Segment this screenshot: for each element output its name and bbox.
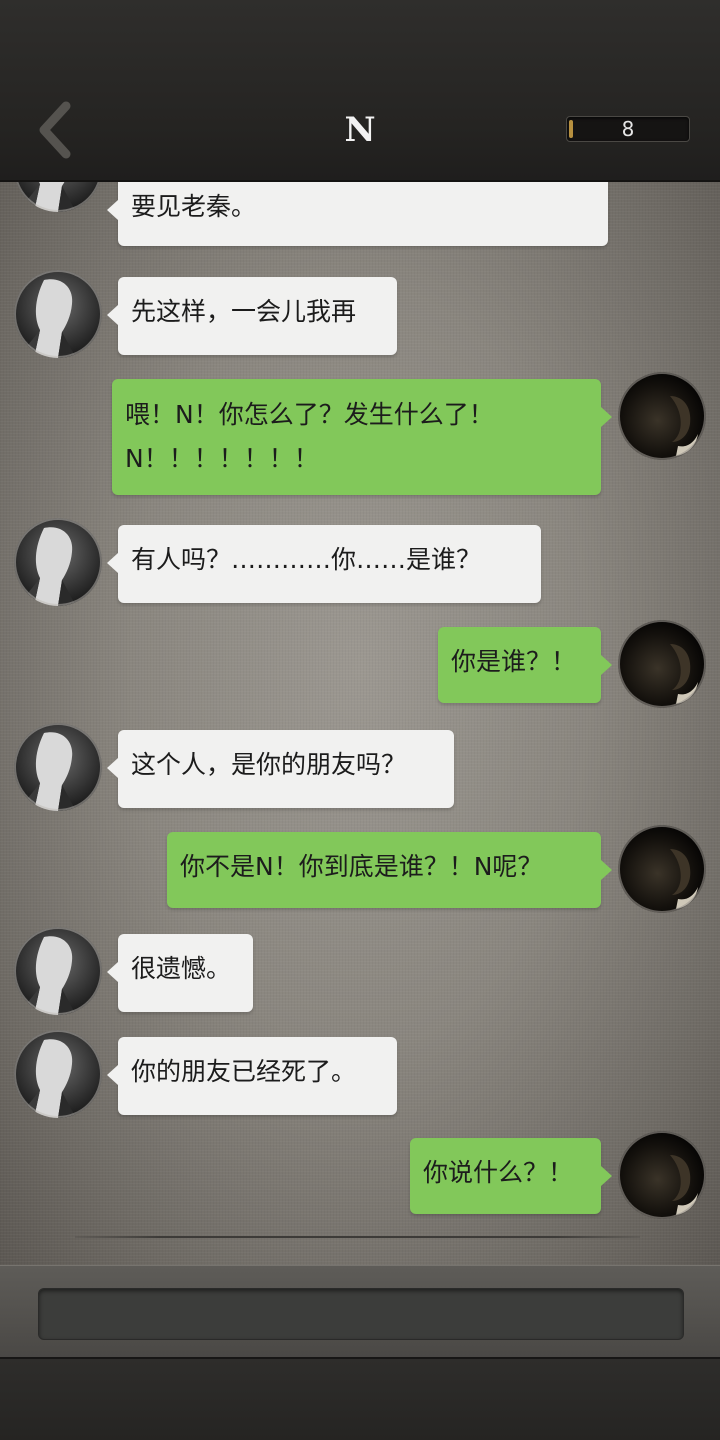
input-bar xyxy=(0,1265,720,1358)
chat-screen: N 8 要见老秦。 先这样，一会儿我再 喂！N！你怎么了？发生什么了！ N！！！… xyxy=(0,0,720,1440)
message-input[interactable] xyxy=(38,1288,684,1340)
message-outgoing: 你说什么？！ xyxy=(410,1138,612,1214)
message-outgoing: 你是谁？！ xyxy=(438,627,612,703)
message-text: 你说什么？！ xyxy=(423,1158,574,1187)
message-text: 你是谁？！ xyxy=(451,647,577,676)
my-avatar[interactable] xyxy=(618,372,706,460)
message-incoming: 很遗憾。 xyxy=(107,934,253,1012)
message-text: 要见老秦。 xyxy=(131,192,257,221)
message-text: 喂！N！你怎么了？发生什么了！ xyxy=(125,400,494,429)
message-incoming: 这个人，是你的朋友吗？ xyxy=(107,730,454,808)
footer-bar xyxy=(0,1357,720,1440)
counter-value: 8 xyxy=(621,117,635,141)
contact-avatar[interactable] xyxy=(14,1030,102,1118)
message-text: 有人吗？…………你……是谁？ xyxy=(131,545,482,574)
message-text: 先这样，一会儿我再 xyxy=(131,297,357,326)
header-bar: N 8 xyxy=(0,0,720,182)
my-avatar[interactable] xyxy=(618,1131,706,1219)
message-incoming: 要见老秦。 xyxy=(107,180,608,246)
contact-avatar[interactable] xyxy=(14,270,102,358)
message-outgoing: 喂！N！你怎么了？发生什么了！ N！！！！！！！ xyxy=(112,379,612,495)
message-text: N！！！！！！！ xyxy=(125,444,319,473)
message-incoming: 先这样，一会儿我再 xyxy=(107,277,397,355)
contact-avatar[interactable] xyxy=(14,518,102,606)
my-avatar[interactable] xyxy=(618,620,706,708)
contact-avatar[interactable] xyxy=(14,723,102,811)
message-text: 这个人，是你的朋友吗？ xyxy=(131,750,407,779)
chat-area[interactable]: 要见老秦。 先这样，一会儿我再 喂！N！你怎么了？发生什么了！ N！！！！！！！… xyxy=(0,180,720,1265)
message-text: 很遗憾。 xyxy=(131,954,232,983)
chevron-left-icon xyxy=(39,101,71,159)
contact-avatar[interactable] xyxy=(14,927,102,1015)
message-text: 你的朋友已经死了。 xyxy=(131,1057,357,1086)
message-text: 你不是N！你到底是谁？！N呢？ xyxy=(180,852,543,881)
message-incoming: 有人吗？…………你……是谁？ xyxy=(107,525,541,603)
message-outgoing: 你不是N！你到底是谁？！N呢？ xyxy=(167,832,612,908)
message-incoming: 你的朋友已经死了。 xyxy=(107,1037,397,1115)
chat-end-divider xyxy=(75,1236,640,1238)
message-counter: 8 xyxy=(566,116,690,142)
my-avatar[interactable] xyxy=(618,825,706,913)
back-button[interactable] xyxy=(30,100,80,160)
contact-avatar[interactable] xyxy=(14,180,102,212)
contact-name-title: N xyxy=(344,110,376,150)
